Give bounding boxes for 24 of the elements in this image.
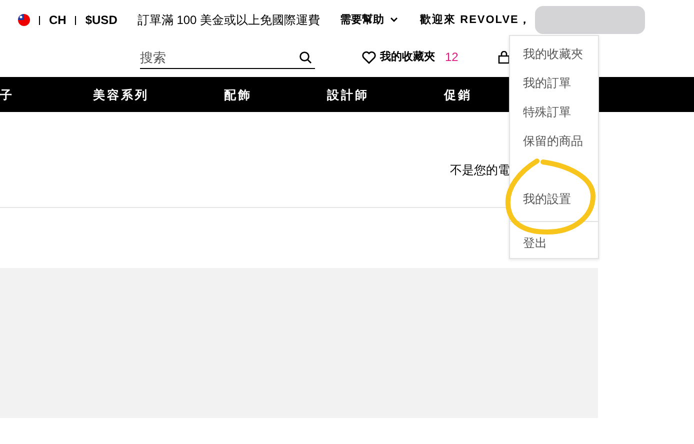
search-icon[interactable] [299, 50, 312, 64]
chevron-down-icon [390, 17, 398, 23]
currency-label[interactable]: $USD [85, 11, 118, 29]
logout-link[interactable]: 登出 [523, 236, 547, 250]
nav-link[interactable]: 促銷 [444, 88, 472, 102]
search-field[interactable]: 搜索 [140, 46, 315, 69]
welcome-text: 歡迎來 REVOLVE， [420, 12, 531, 28]
country-code[interactable]: CH [49, 11, 66, 29]
menu-item[interactable]: 保留的商品 [523, 132, 598, 161]
nav-link[interactable]: 配飾 [224, 88, 252, 102]
wishlist-link[interactable]: 我的收藏夾 12 [362, 48, 458, 66]
shopping-bag-icon[interactable] [498, 50, 510, 64]
menu-item[interactable]: 特殊訂單 [523, 103, 598, 132]
menu-item[interactable]: 我的設置 [523, 190, 598, 219]
menu-item[interactable]: 我的收藏夾 [523, 45, 598, 74]
nav-link[interactable]: 美容系列 [93, 88, 149, 102]
notice-text: 不是您的電 [450, 162, 510, 178]
flag-icon[interactable] [18, 14, 30, 26]
nav-link[interactable]: 設計師 [327, 88, 369, 102]
heart-icon [362, 50, 376, 64]
menu-item[interactable]: 我的訂單 [523, 74, 598, 103]
nav-link[interactable]: 子 [0, 88, 14, 102]
shipping-note: 訂單滿 100 美金或以上免國際運費 [137, 12, 320, 29]
help-menu[interactable]: 需要幫助 [340, 12, 398, 28]
